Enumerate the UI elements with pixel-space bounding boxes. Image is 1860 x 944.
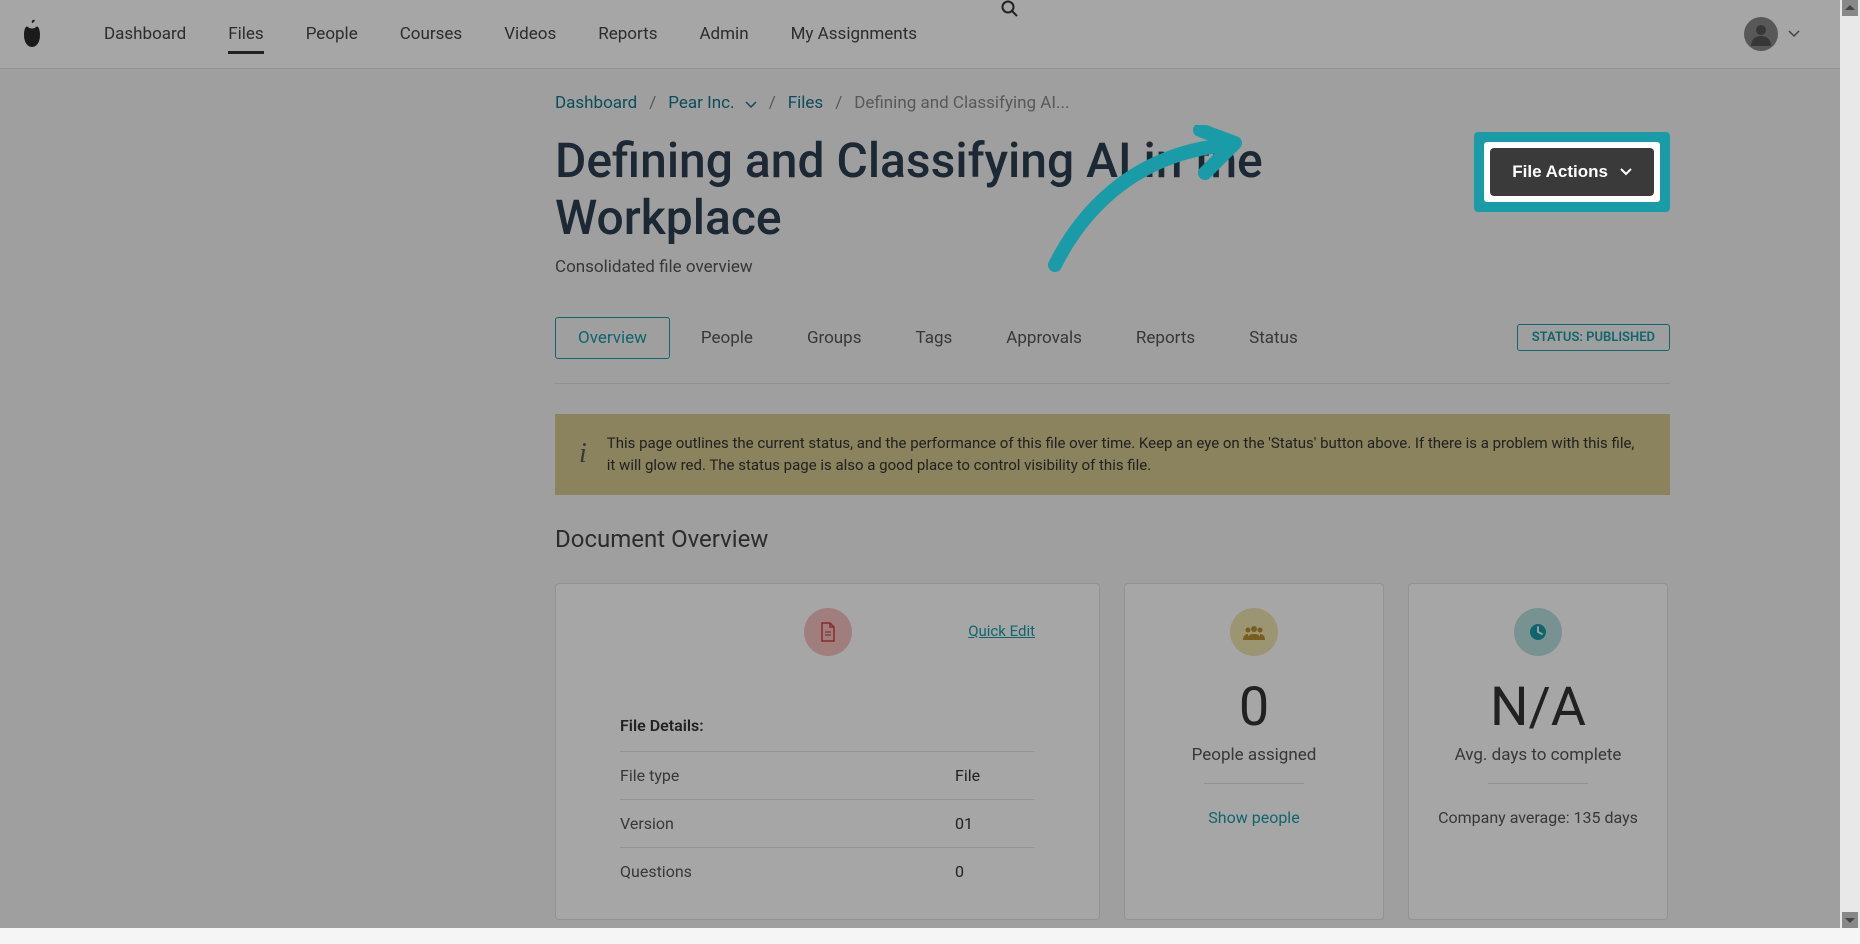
company-average-prefix: Company average: bbox=[1438, 808, 1573, 827]
breadcrumb-org-label: Pear Inc. bbox=[668, 93, 734, 113]
tab-groups[interactable]: Groups bbox=[784, 317, 885, 359]
divider bbox=[1488, 783, 1588, 784]
info-text: This page outlines the current status, a… bbox=[607, 432, 1646, 477]
main-content: Dashboard / Pear Inc. / Files / Defining… bbox=[190, 69, 1670, 944]
details-value: 0 bbox=[955, 862, 1035, 881]
tab-tags[interactable]: Tags bbox=[893, 317, 976, 359]
table-row: Version 01 bbox=[620, 799, 1035, 847]
tab-reports[interactable]: Reports bbox=[1113, 317, 1218, 359]
show-people-link[interactable]: Show people bbox=[1208, 808, 1299, 827]
avg-days-label: Avg. days to complete bbox=[1433, 745, 1643, 765]
top-navigation: Dashboard Files People Courses Videos Re… bbox=[0, 0, 1860, 69]
document-icon bbox=[804, 608, 852, 656]
table-row: File type File bbox=[620, 751, 1035, 799]
people-label: People assigned bbox=[1149, 745, 1359, 765]
search-icon[interactable] bbox=[1001, 0, 1019, 68]
details-label: File type bbox=[620, 766, 955, 785]
card-header: Quick Edit bbox=[580, 608, 1075, 676]
file-details-heading: File Details: bbox=[580, 716, 1075, 735]
avg-days-value: N/A bbox=[1433, 676, 1643, 739]
quick-edit-link[interactable]: Quick Edit bbox=[968, 622, 1035, 640]
people-icon bbox=[1230, 608, 1278, 656]
status-badge: STATUS: PUBLISHED bbox=[1517, 324, 1670, 351]
nav-videos[interactable]: Videos bbox=[504, 0, 556, 68]
page-title-section: Defining and Classifying AI in the Workp… bbox=[555, 132, 1474, 277]
file-actions-button[interactable]: File Actions bbox=[1490, 148, 1654, 196]
details-table: File type File Version 01 Questions 0 bbox=[620, 751, 1035, 895]
logo[interactable] bbox=[20, 19, 44, 49]
section-heading: Document Overview bbox=[555, 525, 1670, 553]
tabs-right: STATUS: PUBLISHED bbox=[1517, 324, 1670, 351]
page-title: Defining and Classifying AI in the Workp… bbox=[555, 132, 1305, 247]
tab-overview[interactable]: Overview bbox=[555, 317, 670, 359]
breadcrumb-org[interactable]: Pear Inc. bbox=[668, 93, 756, 114]
scroll-down-icon bbox=[1842, 912, 1858, 928]
file-actions-highlight: File Actions bbox=[1474, 132, 1670, 212]
tab-approvals[interactable]: Approvals bbox=[983, 317, 1105, 359]
info-banner: i This page outlines the current status,… bbox=[555, 414, 1670, 495]
card-document-details: Quick Edit File Details: File type File … bbox=[555, 583, 1100, 920]
breadcrumb-current: Defining and Classifying AI... bbox=[854, 93, 1069, 113]
file-actions-wrapper: File Actions bbox=[1474, 132, 1670, 212]
divider bbox=[555, 383, 1670, 384]
details-value: 01 bbox=[955, 814, 1035, 833]
chevron-down-icon bbox=[1788, 30, 1800, 38]
details-label: Version bbox=[620, 814, 955, 833]
breadcrumb-sep: / bbox=[649, 93, 656, 113]
breadcrumb-sep: / bbox=[835, 93, 842, 113]
cards-row: Quick Edit File Details: File type File … bbox=[555, 583, 1670, 920]
tab-status[interactable]: Status bbox=[1226, 317, 1321, 359]
nav-items: Dashboard Files People Courses Videos Re… bbox=[104, 0, 1744, 68]
people-count: 0 bbox=[1149, 676, 1359, 739]
nav-dashboard[interactable]: Dashboard bbox=[104, 0, 186, 68]
card-avg-days: N/A Avg. days to complete Company averag… bbox=[1408, 583, 1668, 920]
nav-reports[interactable]: Reports bbox=[598, 0, 657, 68]
chevron-down-icon bbox=[745, 94, 757, 114]
tabs: Overview People Groups Tags Approvals Re… bbox=[555, 317, 1670, 359]
user-menu[interactable] bbox=[1744, 17, 1840, 51]
avatar bbox=[1744, 17, 1778, 51]
divider bbox=[1204, 783, 1304, 784]
table-row: Questions 0 bbox=[620, 847, 1035, 895]
details-label: Questions bbox=[620, 862, 955, 881]
scroll-up-icon bbox=[1842, 0, 1858, 16]
nav-admin[interactable]: Admin bbox=[699, 0, 748, 68]
breadcrumb-dashboard[interactable]: Dashboard bbox=[555, 93, 637, 113]
nav-files[interactable]: Files bbox=[228, 0, 263, 68]
chevron-down-icon bbox=[1620, 168, 1632, 176]
details-value: File bbox=[955, 766, 1035, 785]
page-subtitle: Consolidated file overview bbox=[555, 257, 1474, 277]
tab-people[interactable]: People bbox=[678, 317, 776, 359]
breadcrumb: Dashboard / Pear Inc. / Files / Defining… bbox=[190, 93, 1670, 132]
page-header: Defining and Classifying AI in the Workp… bbox=[190, 132, 1670, 277]
breadcrumb-sep: / bbox=[769, 93, 776, 113]
nav-courses[interactable]: Courses bbox=[400, 0, 462, 68]
nav-my-assignments[interactable]: My Assignments bbox=[791, 0, 917, 68]
file-actions-label: File Actions bbox=[1512, 162, 1608, 182]
file-actions-inner: File Actions bbox=[1484, 142, 1660, 202]
company-average: Company average: 135 days bbox=[1433, 808, 1643, 827]
company-average-value: 135 days bbox=[1574, 808, 1638, 827]
clock-icon bbox=[1514, 608, 1562, 656]
breadcrumb-files[interactable]: Files bbox=[788, 93, 823, 113]
card-people-assigned: 0 People assigned Show people bbox=[1124, 583, 1384, 920]
nav-people[interactable]: People bbox=[306, 0, 358, 68]
scrollbar[interactable] bbox=[1840, 0, 1860, 928]
info-icon: i bbox=[579, 438, 587, 470]
